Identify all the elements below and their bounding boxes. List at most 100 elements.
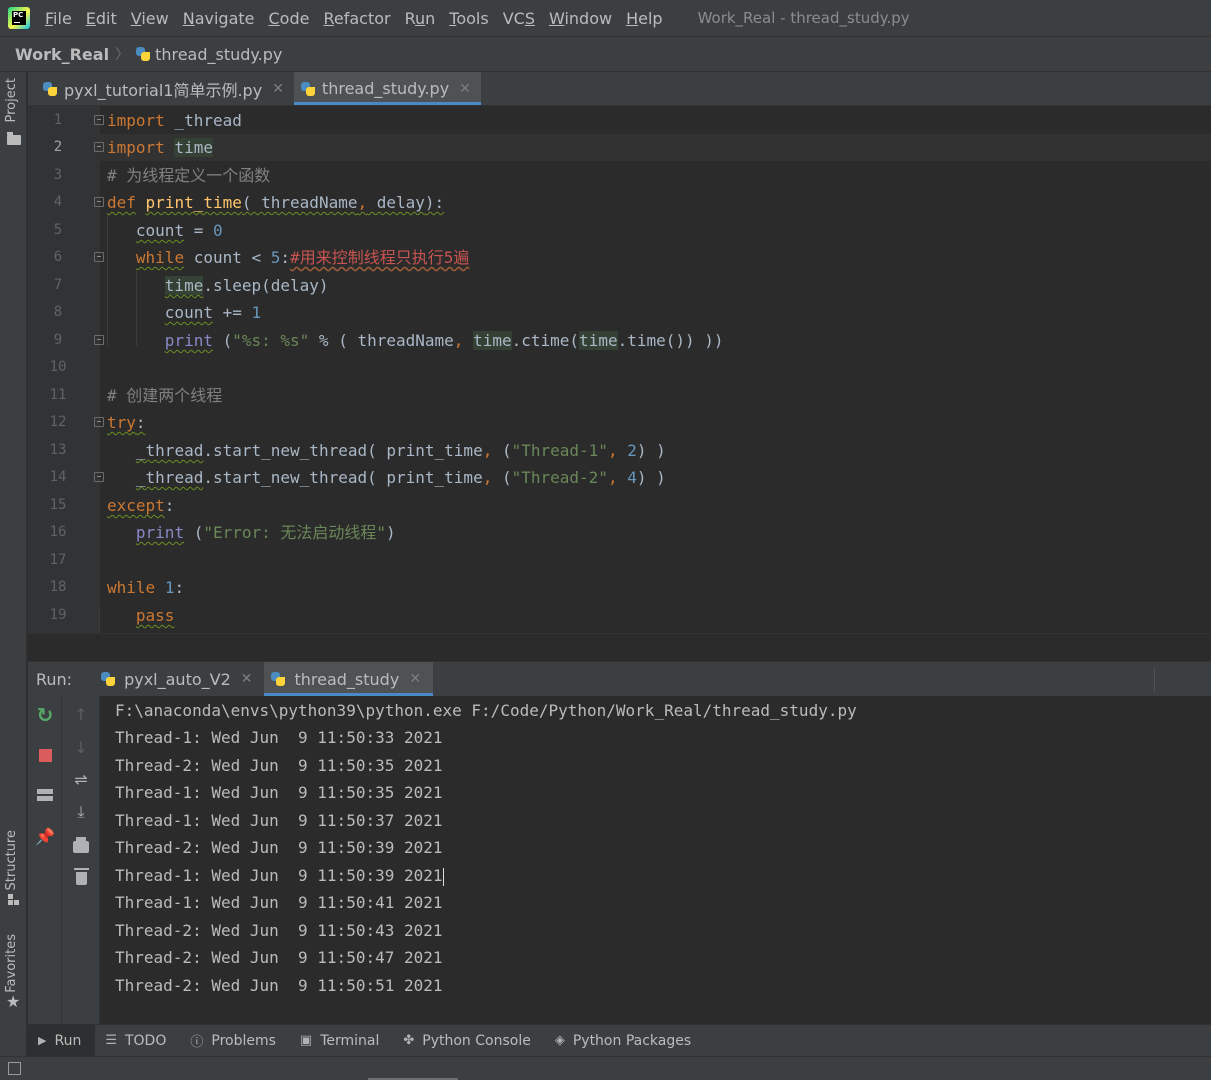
line-number: 2 (53, 139, 63, 155)
close-icon[interactable]: ✕ (272, 81, 284, 97)
code-line-14: _thread.start_new_thread( print_time, ("… (135, 468, 666, 487)
arrow-down-icon[interactable]: ↓ (71, 738, 91, 758)
pycharm-logo-icon: PC (8, 7, 30, 29)
run-console[interactable]: F:\anaconda\envs\python39\python.exe F:/… (100, 696, 1211, 1024)
run-toolbar-primary: ↻ 📌 (28, 696, 62, 1024)
code-line-6: while count < 5:#用来控制线程只执行5遍 (135, 248, 470, 267)
line-number: 19 (49, 607, 67, 623)
menu-run[interactable]: Run (405, 9, 436, 28)
tool-terminal-button[interactable]: ▣ Terminal (290, 1025, 393, 1056)
pin-icon[interactable]: 📌 (35, 827, 55, 847)
tool-run-label: Run (54, 1032, 82, 1049)
run-tab-label: thread_study (294, 669, 400, 689)
code-line-15: except: (107, 496, 175, 515)
console-line: F:\anaconda\envs\python39\python.exe F:/… (115, 701, 857, 720)
text-caret (442, 867, 444, 886)
menu-file[interactable]: File (45, 9, 72, 28)
code-line-4: def print_time( threadName, delay): (107, 193, 445, 212)
run-tab-thread-study[interactable]: thread_study ✕ (264, 662, 434, 696)
soft-wrap-icon[interactable]: ⇌ (71, 770, 91, 790)
line-number: 1 (53, 112, 63, 128)
menu-edit[interactable]: Edit (86, 9, 117, 28)
tool-python-console-label: Python Console (422, 1032, 531, 1049)
code-line-11: # 创建两个线程 (107, 386, 223, 405)
favorites-tool-button[interactable]: Favorites (4, 934, 19, 993)
code-editor[interactable]: 1 2 3 4 5 6 7 8 9 10 11 12 13 14 15 16 1… (28, 106, 1211, 633)
tab-thread-study[interactable]: thread_study.py ✕ (293, 72, 481, 105)
console-line: Thread-1: Wed Jun 9 11:50:37 2021 (115, 811, 443, 830)
structure-icon (8, 894, 20, 906)
menu-navigate[interactable]: Navigate (183, 9, 255, 28)
fold-marker-icon[interactable] (94, 115, 104, 125)
menu-view[interactable]: View (131, 9, 169, 28)
fold-marker-icon[interactable] (94, 335, 104, 345)
close-icon[interactable]: ✕ (241, 671, 253, 687)
menu-help[interactable]: Help (626, 9, 662, 28)
python-console-icon: ✤ (403, 1033, 415, 1048)
terminal-icon: ▣ (299, 1033, 313, 1048)
tool-problems-label: Problems (211, 1032, 276, 1049)
tool-problems-button[interactable]: ⓘ Problems (180, 1025, 290, 1056)
chevron-right-icon: 〉 (115, 47, 130, 63)
console-line: Thread-2: Wed Jun 9 11:50:35 2021 (115, 756, 443, 775)
breadcrumb: Work_Real 〉 thread_study.py (0, 36, 1211, 72)
code-line-19: pass (135, 606, 175, 625)
code-line-12: try: (107, 413, 146, 432)
layout-icon[interactable] (35, 785, 55, 805)
line-number: 5 (53, 222, 63, 238)
close-icon[interactable]: ✕ (409, 671, 421, 687)
stop-icon[interactable] (35, 745, 55, 765)
tool-run-button[interactable]: ▶ Run (28, 1025, 96, 1056)
fold-marker-icon[interactable] (94, 197, 104, 207)
breadcrumb-project[interactable]: Work_Real (15, 45, 109, 64)
project-tool-button[interactable]: Project (4, 78, 19, 122)
line-number: 8 (53, 304, 63, 320)
print-icon[interactable] (71, 837, 91, 857)
tab-pyxl-tutorial[interactable]: pyxl_tutorial1简单示例.py ✕ (36, 72, 294, 105)
line-number: 3 (53, 167, 63, 183)
structure-tool-button[interactable]: Structure (4, 830, 19, 890)
status-bar (0, 1056, 1211, 1080)
line-number: 7 (53, 277, 63, 293)
code-line-7: time.sleep(delay) (164, 276, 329, 295)
breadcrumb-file[interactable]: thread_study.py (155, 45, 282, 64)
menu-code[interactable]: Code (269, 9, 310, 28)
fold-marker-icon[interactable] (94, 142, 104, 152)
line-number: 4 (53, 194, 63, 210)
menu-refactor[interactable]: Refactor (323, 9, 390, 28)
menu-tools[interactable]: Tools (449, 9, 488, 28)
line-number: 16 (49, 524, 67, 540)
console-line: Thread-1: Wed Jun 9 11:50:35 2021 (115, 783, 443, 802)
todo-icon: ☰ (105, 1033, 117, 1048)
console-line: Thread-1: Wed Jun 9 11:50:41 2021 (115, 893, 443, 912)
line-number: 6 (53, 249, 63, 265)
rerun-icon[interactable]: ↻ (35, 705, 55, 725)
line-number: 12 (49, 414, 67, 430)
tool-python-console-button[interactable]: ✤ Python Console (393, 1025, 544, 1056)
scroll-to-end-icon[interactable]: ⤓ (71, 802, 91, 822)
console-line: Thread-1: Wed Jun 9 11:50:39 2021 (115, 866, 444, 886)
editor-panel-divider[interactable] (28, 633, 1211, 661)
console-line: Thread-2: Wed Jun 9 11:50:51 2021 (115, 976, 443, 995)
left-strip-corner (0, 1024, 27, 1056)
close-icon[interactable]: ✕ (459, 81, 471, 97)
toggle-tool-windows-icon[interactable] (8, 1062, 21, 1075)
python-packages-icon: ◈ (554, 1033, 565, 1048)
fold-marker-icon[interactable] (94, 472, 104, 482)
run-panel-label: Run: (36, 669, 73, 689)
tool-python-packages-button[interactable]: ◈ Python Packages (545, 1025, 705, 1056)
run-tab-pyxl-auto[interactable]: pyxl_auto_V2 ✕ (94, 662, 264, 696)
code-line-13: _thread.start_new_thread( print_time, ("… (135, 441, 666, 460)
tab-label: pyxl_tutorial1简单示例.py (64, 80, 263, 100)
fold-marker-icon[interactable] (94, 252, 104, 262)
star-icon: ★ (6, 992, 21, 1011)
menu-window[interactable]: Window (549, 9, 612, 28)
fold-marker-icon[interactable] (94, 417, 104, 427)
tool-python-packages-label: Python Packages (572, 1032, 692, 1049)
tool-todo-button[interactable]: ☰ TODO (95, 1025, 180, 1056)
menu-vcs[interactable]: VCS (503, 9, 535, 28)
left-tool-strip: Project Structure Favorites ★ (0, 72, 27, 1024)
arrow-up-icon[interactable]: ↑ (71, 705, 91, 725)
trash-icon[interactable] (71, 867, 91, 888)
divider (1154, 668, 1155, 692)
